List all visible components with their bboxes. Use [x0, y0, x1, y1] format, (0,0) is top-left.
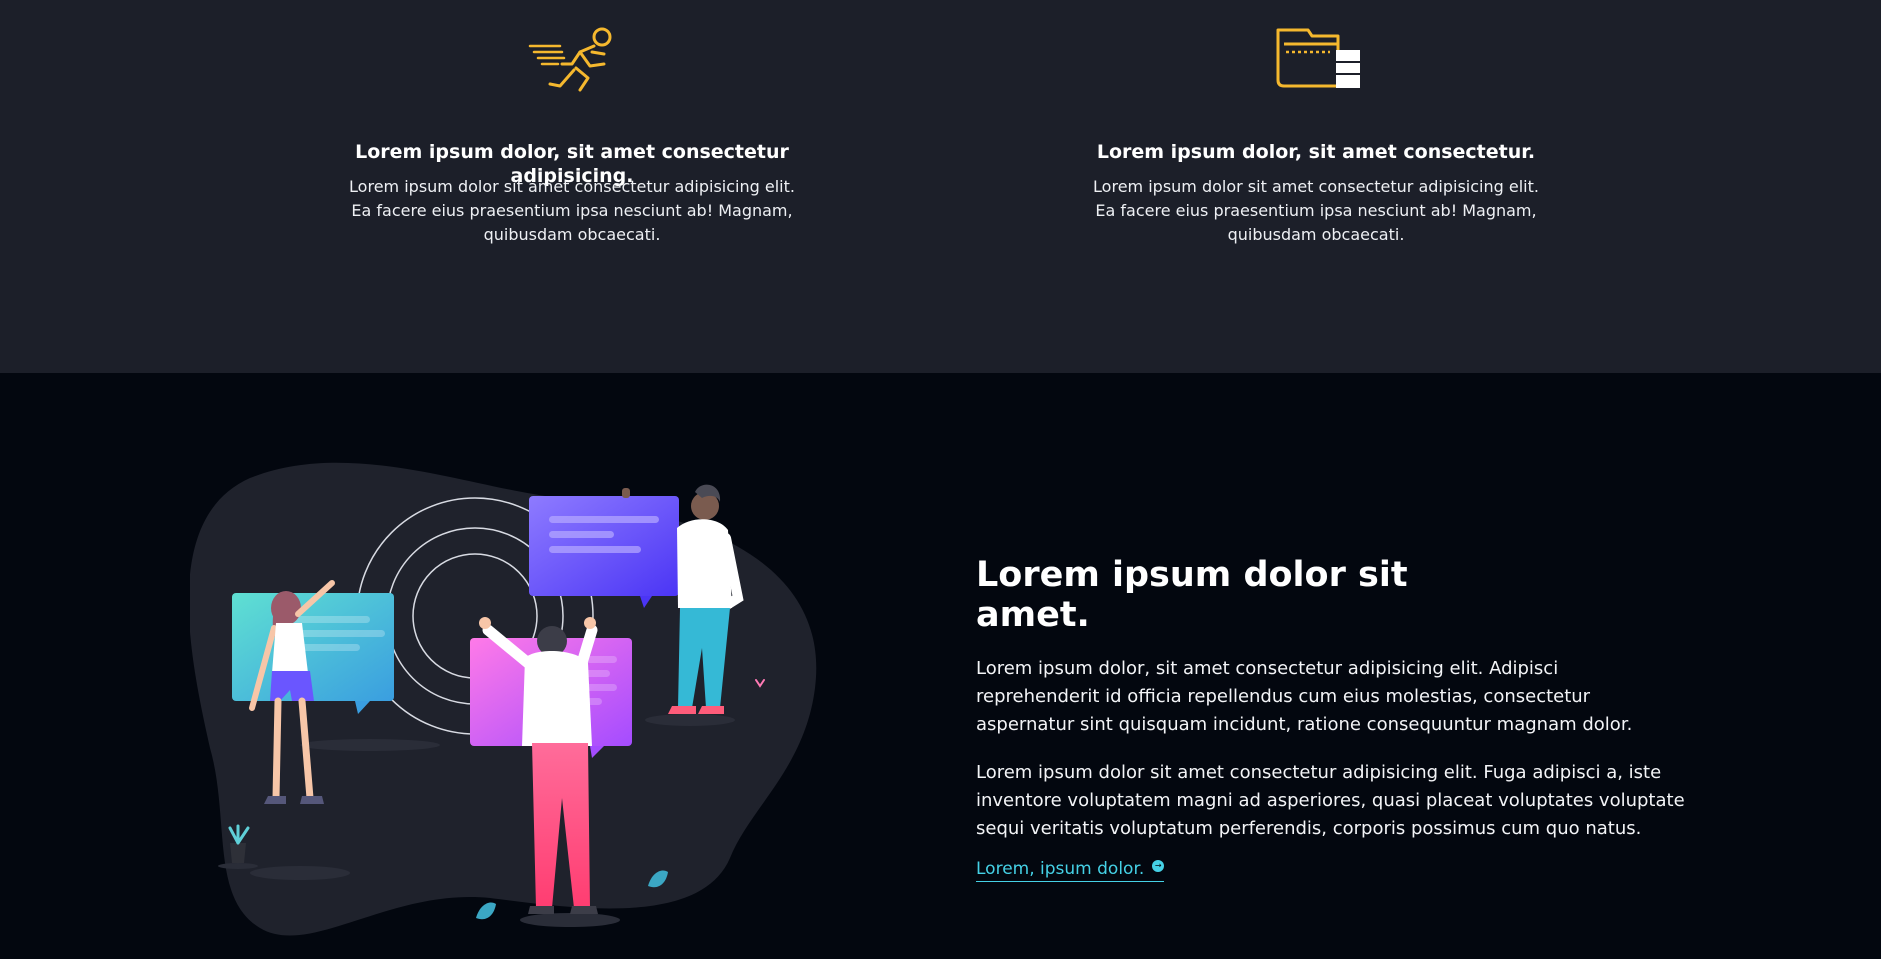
feature-title: Lorem ipsum dolor, sit amet consectetur.	[1096, 141, 1536, 163]
showcase-section: Lorem ipsum dolor sit amet. Lorem ipsum …	[0, 373, 1881, 959]
folder-server-icon	[1276, 28, 1360, 88]
feature-text: Lorem ipsum dolor sit amet consectetur a…	[1093, 177, 1539, 244]
section-paragraph: Lorem ipsum dolor sit amet consectetur a…	[976, 762, 1685, 839]
link-label: Lorem, ipsum dolor.	[976, 859, 1145, 879]
feature-text: Lorem ipsum dolor sit amet consectetur a…	[349, 177, 795, 244]
section-paragraph: Lorem ipsum dolor, sit amet consectetur …	[976, 658, 1633, 735]
features-section: Lorem ipsum dolor, sit amet consectetur …	[0, 0, 1881, 373]
showcase-content: Lorem ipsum dolor sit amet. Lorem ipsum …	[976, 555, 1696, 882]
running-person-icon	[528, 27, 612, 92]
team-collaboration-illustration	[190, 462, 817, 936]
arrow-circle-icon: →	[1152, 860, 1165, 872]
section-heading: Lorem ipsum dolor sit amet.	[976, 555, 1408, 635]
learn-more-link[interactable]: Lorem, ipsum dolor. →	[976, 859, 1165, 882]
